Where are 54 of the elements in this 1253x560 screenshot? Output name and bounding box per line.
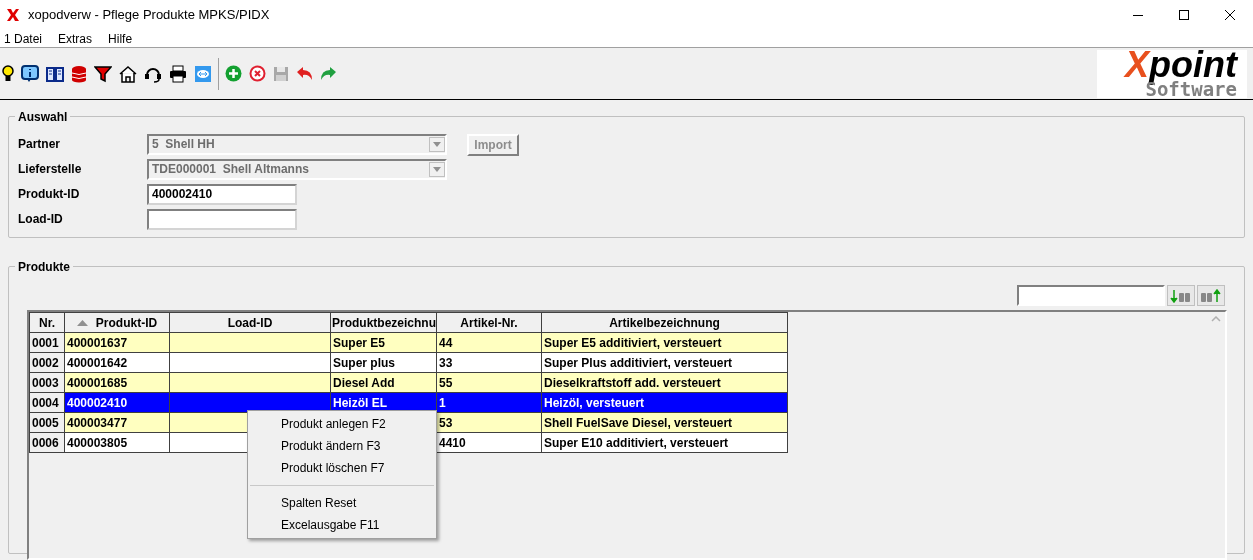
dropdown-arrow-icon	[433, 166, 441, 172]
info-icon[interactable]	[21, 64, 39, 83]
input-field[interactable]	[147, 208, 297, 230]
column-header[interactable]: Nr.	[29, 312, 65, 333]
app-logo-icon	[6, 8, 20, 22]
column-header[interactable]: Produkt-ID	[64, 312, 170, 333]
add-icon[interactable]	[225, 65, 242, 82]
menu-item[interactable]: Produkt löschen F7	[248, 457, 436, 479]
printer-icon[interactable]	[169, 64, 187, 83]
sort-ascending-icon	[76, 320, 88, 326]
find-next-button[interactable]	[1167, 285, 1195, 306]
menu-item[interactable]: Produkt anlegen F2	[248, 413, 436, 435]
column-header[interactable]: Load-ID	[169, 312, 331, 333]
redo-icon[interactable]	[320, 66, 337, 81]
table-cell: 0002	[29, 352, 65, 373]
cancel-icon[interactable]	[249, 65, 266, 82]
lightbulb-icon[interactable]	[2, 64, 14, 83]
home-icon[interactable]	[119, 64, 137, 83]
save-icon[interactable]	[273, 65, 289, 82]
menu-item[interactable]: Excelausgabe F11	[248, 514, 436, 536]
column-header[interactable]: Artikel-Nr.	[436, 312, 542, 333]
column-header[interactable]: Produktbezeichnu	[330, 312, 437, 333]
table-cell: 0001	[29, 332, 65, 353]
field-label: Partner	[18, 136, 62, 153]
field-label: Lieferstelle	[18, 161, 83, 178]
field-label: Load-ID	[18, 211, 64, 228]
menu-item[interactable]: Spalten Reset	[248, 492, 436, 514]
menu-item[interactable]: 1 Datei	[4, 29, 43, 48]
table-row[interactable]: 0004 400002410 Heizöl EL 1 Heizöl, versteuert	[29, 392, 788, 413]
search-field[interactable]	[1017, 285, 1165, 306]
field-label: Produkt-ID	[18, 186, 81, 203]
menu-item[interactable]: Hilfe	[108, 29, 133, 48]
undo-icon[interactable]	[296, 66, 313, 81]
book-icon[interactable]	[46, 64, 64, 83]
table-cell: 0005	[29, 412, 65, 433]
menu-item[interactable]: Produkt ändern F3	[248, 435, 436, 457]
close-icon	[1225, 10, 1235, 20]
dropdown-arrow-icon	[433, 141, 441, 147]
database-icon[interactable]	[71, 64, 87, 83]
input-field[interactable]: 400002410	[147, 183, 297, 205]
maximize-icon	[1179, 10, 1189, 20]
table-row[interactable]: 0002 400001642 Super plus 33 Super Plus additiviert, versteuert	[29, 352, 788, 373]
column-header[interactable]: Artikelbezeichnung	[541, 312, 788, 333]
menu-item[interactable]: Extras	[58, 29, 93, 48]
remote-connection-icon[interactable]	[194, 64, 212, 83]
table-cell: 0006	[29, 432, 65, 453]
window-title: xopodverw - Pflege Produkte MPKS/PIDX	[28, 6, 270, 25]
table-row[interactable]: 0001 400001637 Super E5 44 Super E5 additiviert, versteuert	[29, 332, 788, 353]
table-cell: 0004	[29, 392, 65, 413]
find-previous-button[interactable]	[1197, 285, 1225, 306]
company-logo: Xpoint Software	[1097, 50, 1247, 98]
table-cell: 0003	[29, 372, 65, 393]
filter-icon[interactable]	[94, 64, 112, 83]
table-row[interactable]: 0003 400001685 Diesel Add 55 Dieselkraftstoff add. versteuert	[29, 372, 788, 393]
